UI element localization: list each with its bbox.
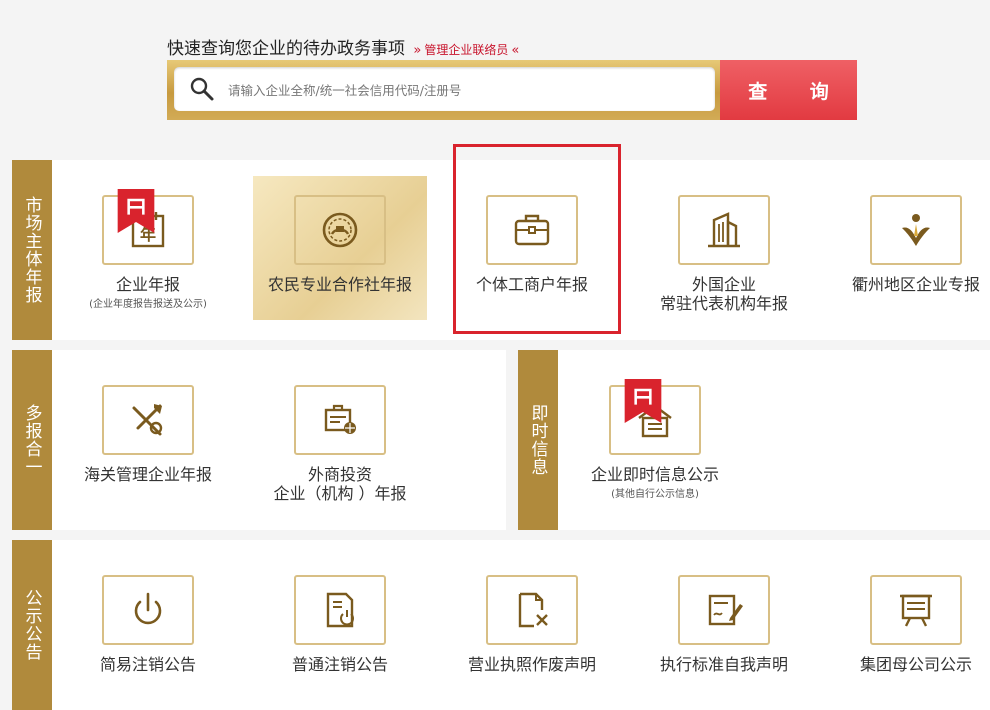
- general-cancel-notice-card[interactable]: 普通注销公告: [255, 575, 425, 674]
- foreign-investment-report-label-2: 企业（机构 ）年报: [273, 484, 407, 503]
- standard-declaration-label: 执行标准自我声明: [659, 655, 788, 674]
- foreign-rep-report-label-2: 常驻代表机构年报: [659, 294, 788, 313]
- foreign-rep-report-card[interactable]: 外国企业 常驻代表机构年报: [639, 195, 809, 313]
- search-heading: 快速查询您企业的待办政务事项 » 管理企业联络员 «: [167, 34, 522, 59]
- general-cancel-notice-label: 普通注销公告: [291, 655, 388, 674]
- license-void-notice-card[interactable]: 营业执照作废声明: [447, 575, 617, 674]
- search-bar: 请输入企业全称/统一社会信用代码/注册号 查 询: [167, 60, 857, 120]
- foreign-investment-icon-box: [294, 385, 386, 455]
- power-icon: [134, 592, 162, 625]
- annual-report-sub: (企业年度报告报送及公示): [89, 299, 207, 310]
- bookmark-ribbon-icon: [624, 379, 662, 423]
- left-double-arrow-icon: «: [511, 43, 520, 58]
- bookmark-ribbon-icon: [117, 189, 155, 233]
- cooperative-icon-box: [294, 195, 386, 265]
- customs-emblem-icon: [132, 404, 163, 436]
- search-placeholder: 请输入企业全称/统一社会信用代码/注册号: [228, 82, 462, 98]
- customs-report-card[interactable]: 海关管理企业年报: [63, 385, 233, 484]
- quzhou-icon-box: [870, 195, 962, 265]
- foreign-investment-report-label: 外商投资: [307, 465, 372, 484]
- search-icon: [190, 77, 214, 101]
- foreign-investment-icon: [324, 404, 356, 434]
- right-double-arrow-icon: »: [413, 43, 422, 58]
- annual-report-card[interactable]: 年 企业年报 (企业年度报告报送及公示): [63, 189, 233, 310]
- annual-report-label: 企业年报: [115, 275, 180, 294]
- instant-info-card[interactable]: 企业即时信息公示 (其他自行公示信息): [570, 379, 740, 500]
- group-parent-notice-card[interactable]: 集团母公司公示: [831, 575, 990, 674]
- search-button-label: 查 询: [748, 80, 847, 103]
- search-frame: 请输入企业全称/统一社会信用代码/注册号: [167, 60, 720, 120]
- standard-declaration-icon-box: [678, 575, 770, 645]
- customs-report-label: 海关管理企业年报: [83, 465, 212, 484]
- annual-report-icon-box: 年: [102, 189, 194, 265]
- foreign-rep-report-label: 外国企业: [691, 275, 756, 294]
- simple-cancel-icon-box: [102, 575, 194, 645]
- market-section-label: 市场主体年报: [12, 160, 52, 340]
- building-icon: [708, 212, 740, 248]
- quzhou-report-card[interactable]: 衢州地区企业专报: [831, 195, 990, 294]
- quzhou-report-label: 衢州地区企业专报: [851, 275, 980, 294]
- customs-icon-box: [102, 385, 194, 455]
- cooperative-report-label: 农民专业合作社年报: [267, 275, 412, 294]
- document-power-icon: [326, 592, 354, 628]
- instant-info-section-label: 即时信息: [518, 350, 558, 530]
- standard-declaration-card[interactable]: 执行标准自我声明: [639, 575, 809, 674]
- general-cancel-icon-box: [294, 575, 386, 645]
- cooperative-report-card[interactable]: 农民专业合作社年报: [255, 195, 425, 294]
- group-parent-notice-label: 集团母公司公示: [859, 655, 972, 674]
- selection-highlight-box: [453, 144, 621, 334]
- instant-info-label: 企业即时信息公示: [590, 465, 719, 484]
- instant-info-icon-box: [609, 379, 701, 455]
- notice-section-label: 公示公告: [12, 540, 52, 710]
- multi-report-section-label: 多报合一: [12, 350, 52, 530]
- search-button[interactable]: 查 询: [720, 60, 857, 120]
- license-void-icon-box: [486, 575, 578, 645]
- quzhou-logo-icon: [902, 214, 930, 246]
- instant-info-sub: (其他自行公示信息): [611, 489, 699, 500]
- manage-liaison-link[interactable]: 管理企业联络员: [424, 43, 508, 57]
- signature-form-icon: [708, 594, 743, 626]
- simple-cancel-notice-card[interactable]: 简易注销公告: [63, 575, 233, 674]
- search-input[interactable]: 请输入企业全称/统一社会信用代码/注册号: [174, 67, 715, 111]
- foreign-rep-icon-box: [678, 195, 770, 265]
- search-title-text: 快速查询您企业的待办政务事项: [167, 39, 405, 59]
- foreign-investment-report-card[interactable]: 外商投资 企业（机构 ）年报: [255, 385, 425, 503]
- document-cancel-icon: [518, 592, 548, 628]
- group-parent-icon-box: [870, 575, 962, 645]
- easel-board-icon: [900, 594, 932, 627]
- license-void-notice-label: 营业执照作废声明: [467, 655, 596, 674]
- simple-cancel-notice-label: 简易注销公告: [99, 655, 196, 674]
- cooperative-emblem-icon: [322, 212, 358, 248]
